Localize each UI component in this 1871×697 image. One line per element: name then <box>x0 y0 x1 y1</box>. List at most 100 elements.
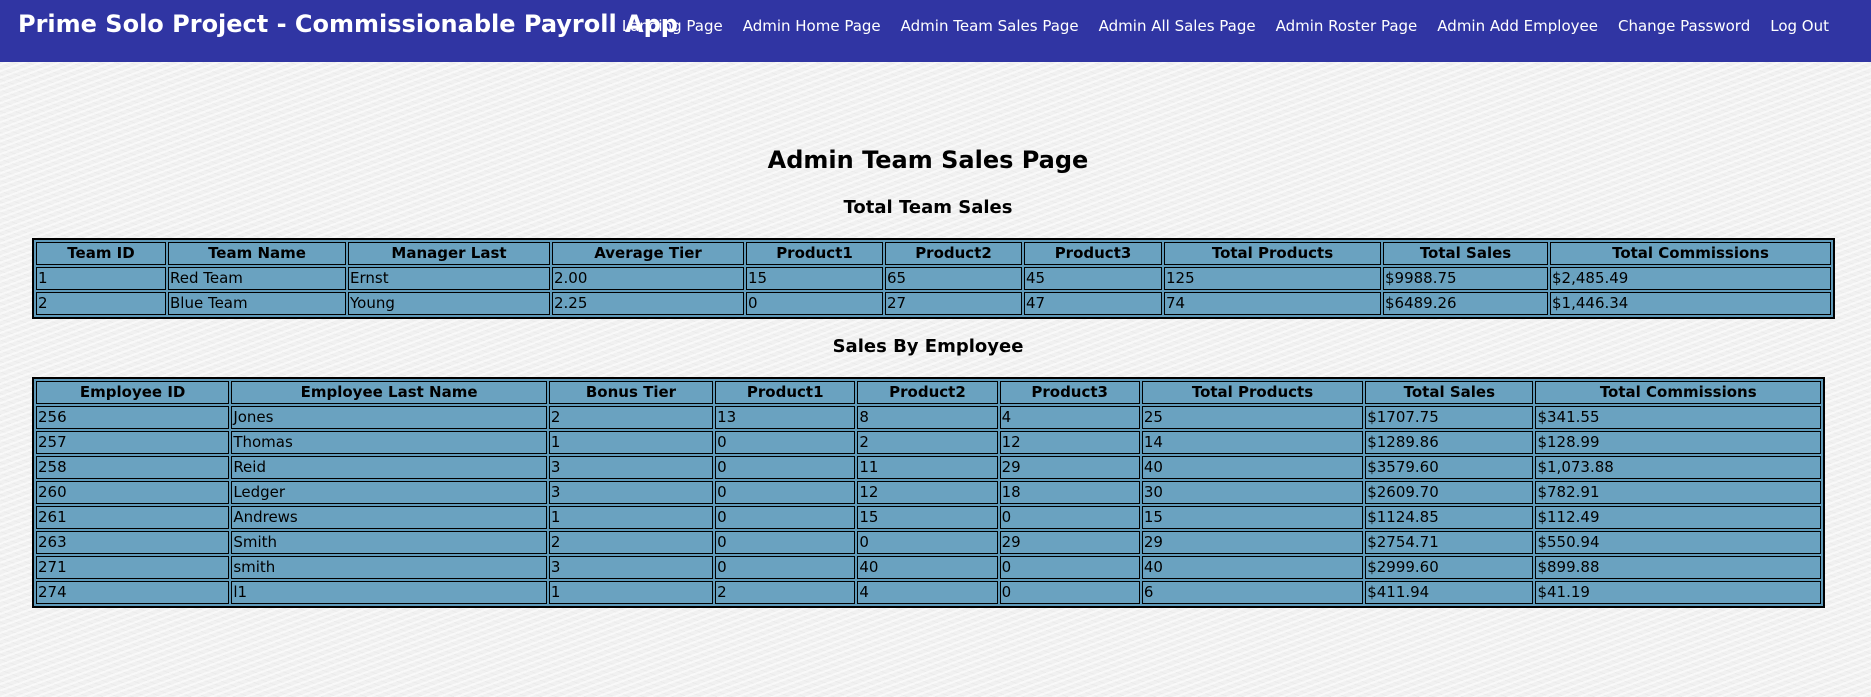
employee-cell: 12 <box>857 481 998 504</box>
employee-cell: 11 <box>857 456 998 479</box>
team-table-header-row: Team ID Team Name Manager Last Average T… <box>36 242 1831 265</box>
employee-cell: $782.91 <box>1535 481 1821 504</box>
team-cell: $1,446.34 <box>1550 292 1831 315</box>
employee-cell: $2754.71 <box>1365 531 1534 554</box>
employee-cell: 40 <box>857 556 998 579</box>
team-col-header: Average Tier <box>552 242 744 265</box>
nav-link-admin-all-sales-page[interactable]: Admin All Sales Page <box>1089 16 1266 36</box>
employee-cell: 0 <box>715 481 856 504</box>
employee-cell: 29 <box>999 456 1140 479</box>
employee-cell: $341.55 <box>1535 406 1821 429</box>
page-title: Admin Team Sales Page <box>767 146 1089 174</box>
employee-cell: 256 <box>36 406 230 429</box>
team-cell: 65 <box>885 267 1022 290</box>
team-cell: $9988.75 <box>1383 267 1548 290</box>
employee-cell: $2999.60 <box>1365 556 1534 579</box>
employee-col-header: Employee Last Name <box>231 381 547 404</box>
employee-cell: 263 <box>36 531 230 554</box>
team-sales-table: Team ID Team Name Manager Last Average T… <box>32 238 1835 319</box>
employee-cell: 0 <box>857 531 998 554</box>
nav-link-admin-home-page[interactable]: Admin Home Page <box>733 16 891 36</box>
team-sales-heading: Total Team Sales <box>843 197 1013 218</box>
employee-cell: 3 <box>548 556 714 579</box>
employee-cell: 29 <box>999 531 1140 554</box>
nav-link-admin-add-employee[interactable]: Admin Add Employee <box>1427 16 1608 36</box>
employee-cell: 8 <box>857 406 998 429</box>
employee-cell: 15 <box>857 506 998 529</box>
nav-link-log-out[interactable]: Log Out <box>1760 16 1839 36</box>
team-col-header: Total Products <box>1164 242 1381 265</box>
employee-sales-heading: Sales By Employee <box>832 336 1024 357</box>
employee-cell: 271 <box>36 556 230 579</box>
employee-cell: 2 <box>548 531 714 554</box>
employee-cell: 18 <box>999 481 1140 504</box>
employee-cell: $1289.86 <box>1365 431 1534 454</box>
employee-cell: 0 <box>715 431 856 454</box>
employee-cell: 0 <box>999 556 1140 579</box>
employee-cell: 6 <box>1141 581 1364 604</box>
employee-cell: 30 <box>1141 481 1364 504</box>
nav-link-admin-roster-page[interactable]: Admin Roster Page <box>1266 16 1428 36</box>
employee-sales-table: Employee ID Employee Last Name Bonus Tie… <box>32 377 1825 608</box>
employee-cell: 1 <box>548 506 714 529</box>
employee-cell: 4 <box>999 406 1140 429</box>
team-col-header: Product2 <box>885 242 1022 265</box>
nav-links: Landing Page Admin Home Page Admin Team … <box>612 16 1839 36</box>
employee-cell: 1 <box>548 431 714 454</box>
navbar: Prime Solo Project - Commissionable Payr… <box>0 0 1871 62</box>
employee-table-row: 258 Reid 3 0 11 29 40 $3579.60 $1,073.88 <box>36 456 1821 479</box>
team-cell: 74 <box>1164 292 1381 315</box>
team-cell: 2.25 <box>552 292 744 315</box>
employee-col-header: Product2 <box>857 381 998 404</box>
team-cell: 45 <box>1024 267 1162 290</box>
team-cell: $2,485.49 <box>1550 267 1831 290</box>
employee-cell: 257 <box>36 431 230 454</box>
employee-cell: Jones <box>231 406 547 429</box>
employee-col-header: Employee ID <box>36 381 230 404</box>
nav-link-admin-team-sales-page[interactable]: Admin Team Sales Page <box>891 16 1089 36</box>
team-cell: 1 <box>36 267 166 290</box>
team-cell: Young <box>348 292 550 315</box>
employee-cell: 1 <box>548 581 714 604</box>
team-col-header: Manager Last <box>348 242 550 265</box>
employee-cell: $3579.60 <box>1365 456 1534 479</box>
employee-table-row: 260 Ledger 3 0 12 18 30 $2609.70 $782.91 <box>36 481 1821 504</box>
team-col-header: Product3 <box>1024 242 1162 265</box>
employee-cell: Smith <box>231 531 547 554</box>
team-cell: 15 <box>746 267 883 290</box>
employee-cell: 0 <box>715 506 856 529</box>
employee-col-header: Product1 <box>715 381 856 404</box>
employee-cell: 14 <box>1141 431 1364 454</box>
team-cell: 125 <box>1164 267 1381 290</box>
employee-col-header: Total Sales <box>1365 381 1534 404</box>
team-col-header: Product1 <box>746 242 883 265</box>
employee-cell: 25 <box>1141 406 1364 429</box>
team-col-header: Team Name <box>168 242 346 265</box>
nav-link-change-password[interactable]: Change Password <box>1608 16 1760 36</box>
employee-cell: 274 <box>36 581 230 604</box>
employee-col-header: Bonus Tier <box>548 381 714 404</box>
employee-cell: 0 <box>715 556 856 579</box>
employee-cell: 12 <box>999 431 1140 454</box>
employee-cell: 0 <box>999 506 1140 529</box>
employee-cell: $1,073.88 <box>1535 456 1821 479</box>
employee-cell: 2 <box>548 406 714 429</box>
employee-cell: smith <box>231 556 547 579</box>
employee-cell: Reid <box>231 456 547 479</box>
nav-link-landing-page[interactable]: Landing Page <box>612 16 733 36</box>
team-cell: 27 <box>885 292 1022 315</box>
employee-col-header: Total Products <box>1141 381 1364 404</box>
employee-cell: Ledger <box>231 481 547 504</box>
team-col-header: Total Sales <box>1383 242 1548 265</box>
employee-cell: 29 <box>1141 531 1364 554</box>
employee-col-header: Product3 <box>999 381 1140 404</box>
employee-table-body: 256 Jones 2 13 8 4 25 $1707.75 $341.55 257 Thomas 1… <box>36 406 1821 604</box>
employee-cell: 0 <box>715 456 856 479</box>
employee-cell: 40 <box>1141 456 1364 479</box>
app-title[interactable]: Prime Solo Project - Commissionable Payr… <box>18 8 678 40</box>
team-cell: Ernst <box>348 267 550 290</box>
team-cell: 2 <box>36 292 166 315</box>
employee-cell: $550.94 <box>1535 531 1821 554</box>
employee-cell: 258 <box>36 456 230 479</box>
employee-cell: Andrews <box>231 506 547 529</box>
